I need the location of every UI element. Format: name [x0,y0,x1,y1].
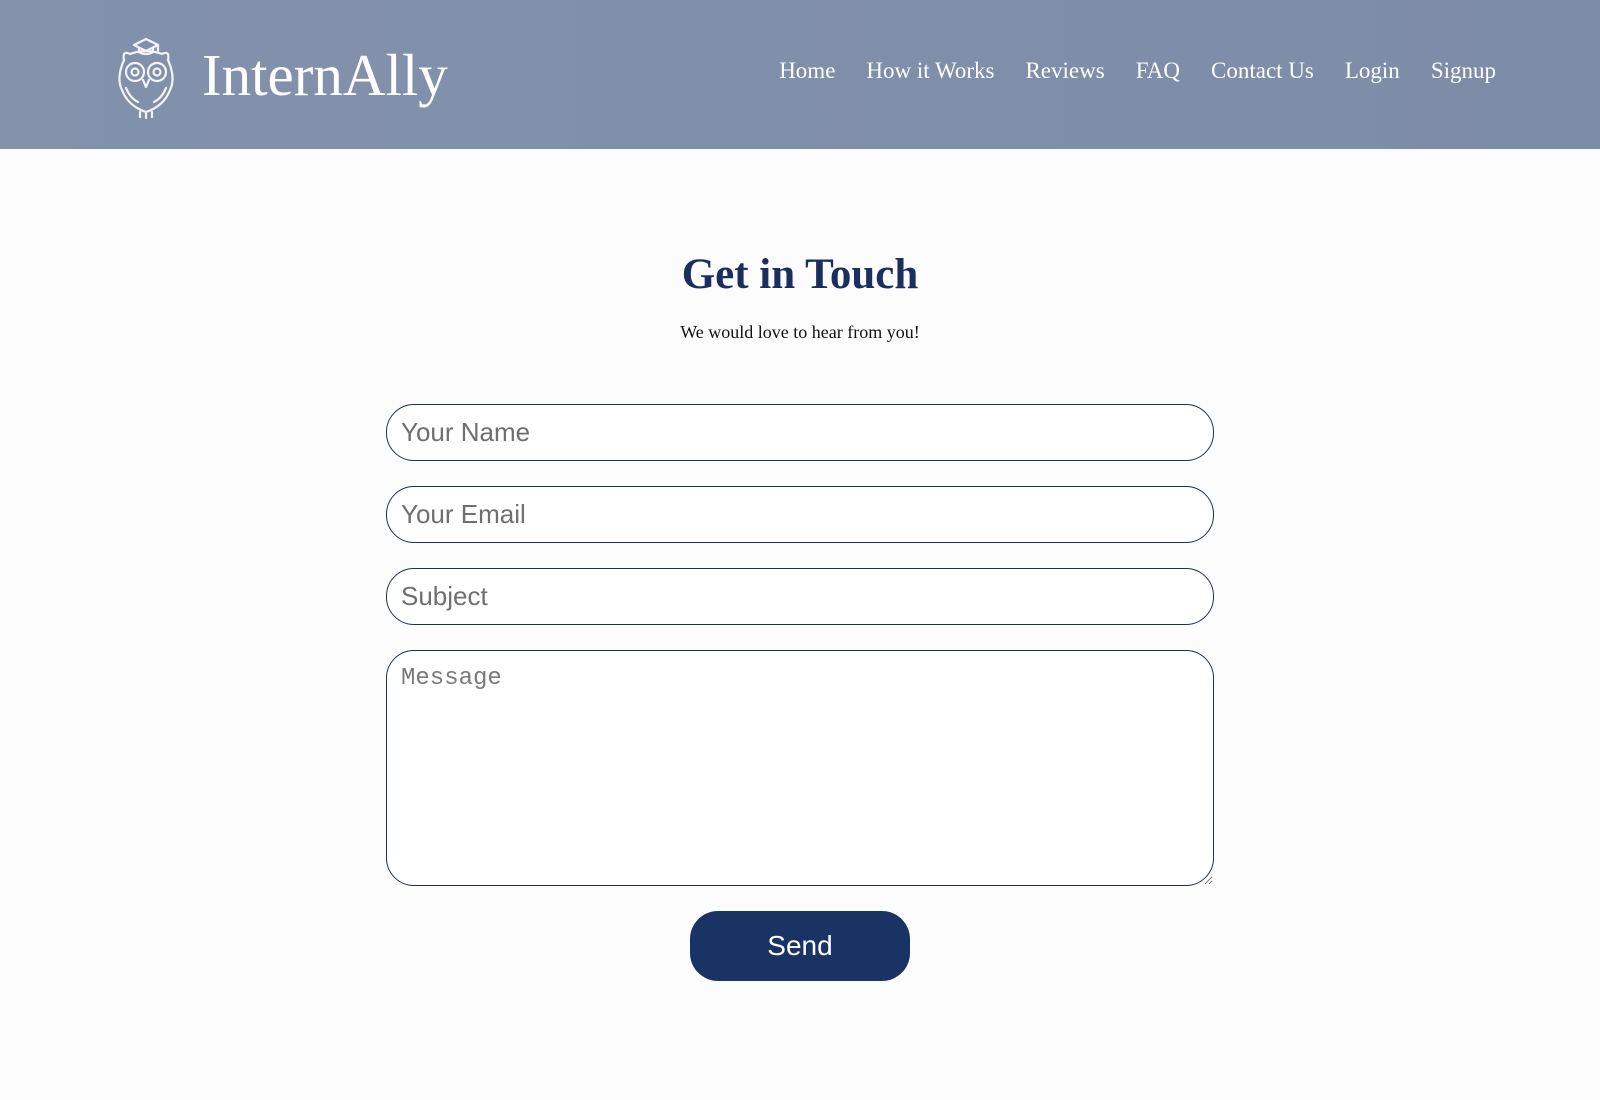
page-title: Get in Touch [681,251,919,298]
name-input[interactable] [386,404,1214,461]
logo[interactable]: InternAlly [112,30,448,120]
email-input[interactable] [386,486,1214,543]
brand-name: InternAlly [202,42,448,108]
page-subtitle: We would love to hear from you! [680,322,920,342]
send-button[interactable]: Send [690,911,910,981]
subject-input[interactable] [386,568,1214,625]
nav-login[interactable]: Login [1345,58,1400,84]
nav-reviews[interactable]: Reviews [1025,58,1104,84]
nav-faq[interactable]: FAQ [1136,58,1180,84]
site-header: InternAlly Home How it Works Reviews FAQ… [0,0,1600,149]
message-textarea[interactable] [386,650,1214,886]
nav-how-it-works[interactable]: How it Works [866,58,994,84]
owl-graduation-cap-icon [118,37,174,120]
nav-contact-us[interactable]: Contact Us [1211,58,1314,84]
main-nav: Home How it Works Reviews FAQ Contact Us… [779,58,1496,84]
nav-home[interactable]: Home [779,58,835,84]
nav-signup[interactable]: Signup [1431,58,1496,84]
